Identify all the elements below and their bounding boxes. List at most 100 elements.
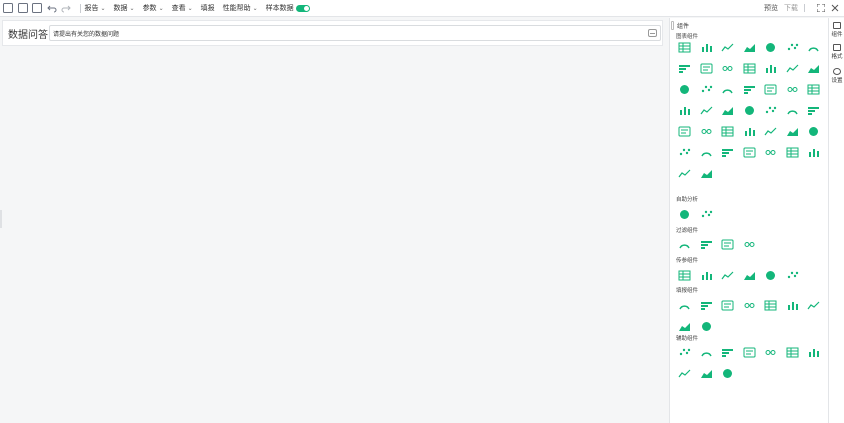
form-tree-icon[interactable] — [743, 300, 756, 311]
collapse-handle[interactable] — [0, 210, 2, 228]
undo-icon[interactable] — [46, 3, 57, 13]
gauge-icon[interactable] — [678, 105, 691, 116]
geo-bubble-icon[interactable] — [743, 147, 756, 158]
rail-settings[interactable]: 设置 — [829, 68, 844, 84]
ai-insight-icon[interactable] — [678, 209, 691, 220]
custom-chart-icon[interactable] — [807, 147, 820, 158]
candlestick-icon[interactable] — [786, 147, 799, 158]
boxplot-icon[interactable] — [721, 126, 734, 137]
rail-components[interactable]: 组件 — [829, 22, 844, 38]
gantt-icon[interactable] — [700, 147, 713, 158]
stacked-area-icon[interactable] — [743, 63, 756, 74]
scatter-icon[interactable] — [721, 84, 734, 95]
frame-icon[interactable] — [786, 347, 799, 358]
sample-data-toggle[interactable] — [295, 4, 310, 12]
data-qa-widget[interactable]: 数据问答 请提出有关您的数据问题 — [2, 20, 663, 46]
donut-chart-icon[interactable] — [786, 63, 799, 74]
bullet-icon[interactable] — [678, 147, 691, 158]
polar-icon[interactable] — [786, 105, 799, 116]
bar-combo-icon[interactable] — [678, 126, 691, 137]
waterfall-icon[interactable] — [786, 84, 799, 95]
form-list-icon[interactable] — [721, 300, 734, 311]
param-link-icon[interactable] — [764, 270, 777, 281]
param-list-icon[interactable] — [678, 270, 691, 281]
bar-chart-icon[interactable] — [743, 42, 756, 53]
bubble-chart-icon[interactable] — [764, 84, 777, 95]
grouped-bar-icon[interactable] — [764, 42, 777, 53]
funnel-icon[interactable] — [700, 105, 713, 116]
web-icon[interactable] — [721, 347, 734, 358]
form-date-icon[interactable] — [700, 321, 713, 332]
form-detail-icon[interactable] — [700, 300, 713, 311]
treemap-icon[interactable] — [743, 126, 756, 137]
table-icon[interactable] — [678, 42, 691, 53]
bubble-scatter-icon[interactable] — [743, 84, 756, 95]
menu-view[interactable]: 查看 ⌄ — [172, 3, 193, 13]
area-chart-icon[interactable] — [721, 63, 734, 74]
menu-params[interactable]: 参数 ⌄ — [143, 3, 164, 13]
list-filter-icon[interactable] — [678, 239, 691, 250]
percent-bar-icon[interactable] — [807, 42, 820, 53]
save-as-icon[interactable] — [32, 3, 42, 13]
menu-report[interactable]: 报告 ⌄ — [85, 3, 106, 13]
report-canvas[interactable]: 数据问答 请提出有关您的数据问题 — [0, 18, 668, 423]
date-filter-icon[interactable] — [743, 239, 756, 250]
param-tree-icon[interactable] — [700, 270, 713, 281]
timer-icon[interactable] — [678, 368, 691, 379]
pie-chart-icon[interactable] — [764, 63, 777, 74]
radial-icon[interactable] — [700, 84, 713, 95]
js-chart-icon[interactable] — [678, 168, 691, 179]
form-table-icon[interactable] — [678, 300, 691, 311]
rail-format[interactable]: 格式 — [829, 44, 844, 60]
upload-icon[interactable] — [678, 321, 691, 332]
kpi-number-icon[interactable] — [807, 84, 820, 95]
new-report-icon[interactable] — [3, 3, 13, 13]
sankey-icon[interactable] — [786, 126, 799, 137]
fullscreen-icon[interactable] — [816, 3, 826, 13]
detail-table-icon[interactable] — [721, 42, 734, 53]
redo-icon[interactable] — [61, 3, 71, 13]
form-input-icon[interactable] — [764, 300, 777, 311]
text-icon[interactable] — [678, 347, 691, 358]
send-icon[interactable] — [648, 29, 657, 37]
param-input-icon[interactable] — [721, 270, 734, 281]
download-button[interactable]: 下载 — [784, 3, 798, 13]
close-icon[interactable] — [831, 4, 839, 12]
puzzle-icon[interactable] — [721, 368, 734, 379]
rose-chart-icon[interactable] — [678, 84, 691, 95]
multi-line-icon[interactable] — [700, 63, 713, 74]
histogram-icon[interactable] — [700, 126, 713, 137]
path-chart-icon[interactable] — [700, 168, 713, 179]
button-icon[interactable] — [700, 368, 713, 379]
menu-data[interactable]: 数据 ⌄ — [114, 3, 135, 13]
qa-chat-icon[interactable] — [700, 209, 713, 220]
iframe-icon[interactable] — [764, 347, 777, 358]
param-select-icon[interactable] — [786, 270, 799, 281]
form-select-icon[interactable] — [807, 300, 820, 311]
menu-performance-help[interactable]: 性能帮助 ⌄ — [223, 3, 258, 13]
range-filter-icon[interactable] — [721, 239, 734, 250]
network-icon[interactable] — [764, 126, 777, 137]
param-text-icon[interactable] — [743, 270, 756, 281]
line-chart-icon[interactable] — [678, 63, 691, 74]
qa-input[interactable]: 请提出有关您的数据问题 — [49, 25, 661, 41]
tree-filter-icon[interactable] — [700, 239, 713, 250]
ring-chart-icon[interactable] — [807, 63, 820, 74]
trend-icon[interactable] — [807, 105, 820, 116]
menu-fill[interactable]: 填报 — [201, 3, 215, 13]
sunburst-icon[interactable] — [764, 147, 777, 158]
radar-icon[interactable] — [764, 105, 777, 116]
list-icon[interactable] — [721, 147, 734, 158]
pivot-table-icon[interactable] — [700, 42, 713, 53]
preview-button[interactable]: 预览 — [764, 3, 778, 13]
panel-grip-icon[interactable] — [671, 20, 674, 30]
form-text-icon[interactable] — [786, 300, 799, 311]
save-icon[interactable] — [17, 3, 28, 13]
tab-icon[interactable] — [743, 347, 756, 358]
word-cloud-icon[interactable] — [807, 126, 820, 137]
container-icon[interactable] — [807, 347, 820, 358]
stacked-bar-icon[interactable] — [786, 42, 799, 53]
map-icon[interactable] — [721, 105, 734, 116]
image-icon[interactable] — [700, 347, 713, 358]
heat-map-icon[interactable] — [743, 105, 756, 116]
